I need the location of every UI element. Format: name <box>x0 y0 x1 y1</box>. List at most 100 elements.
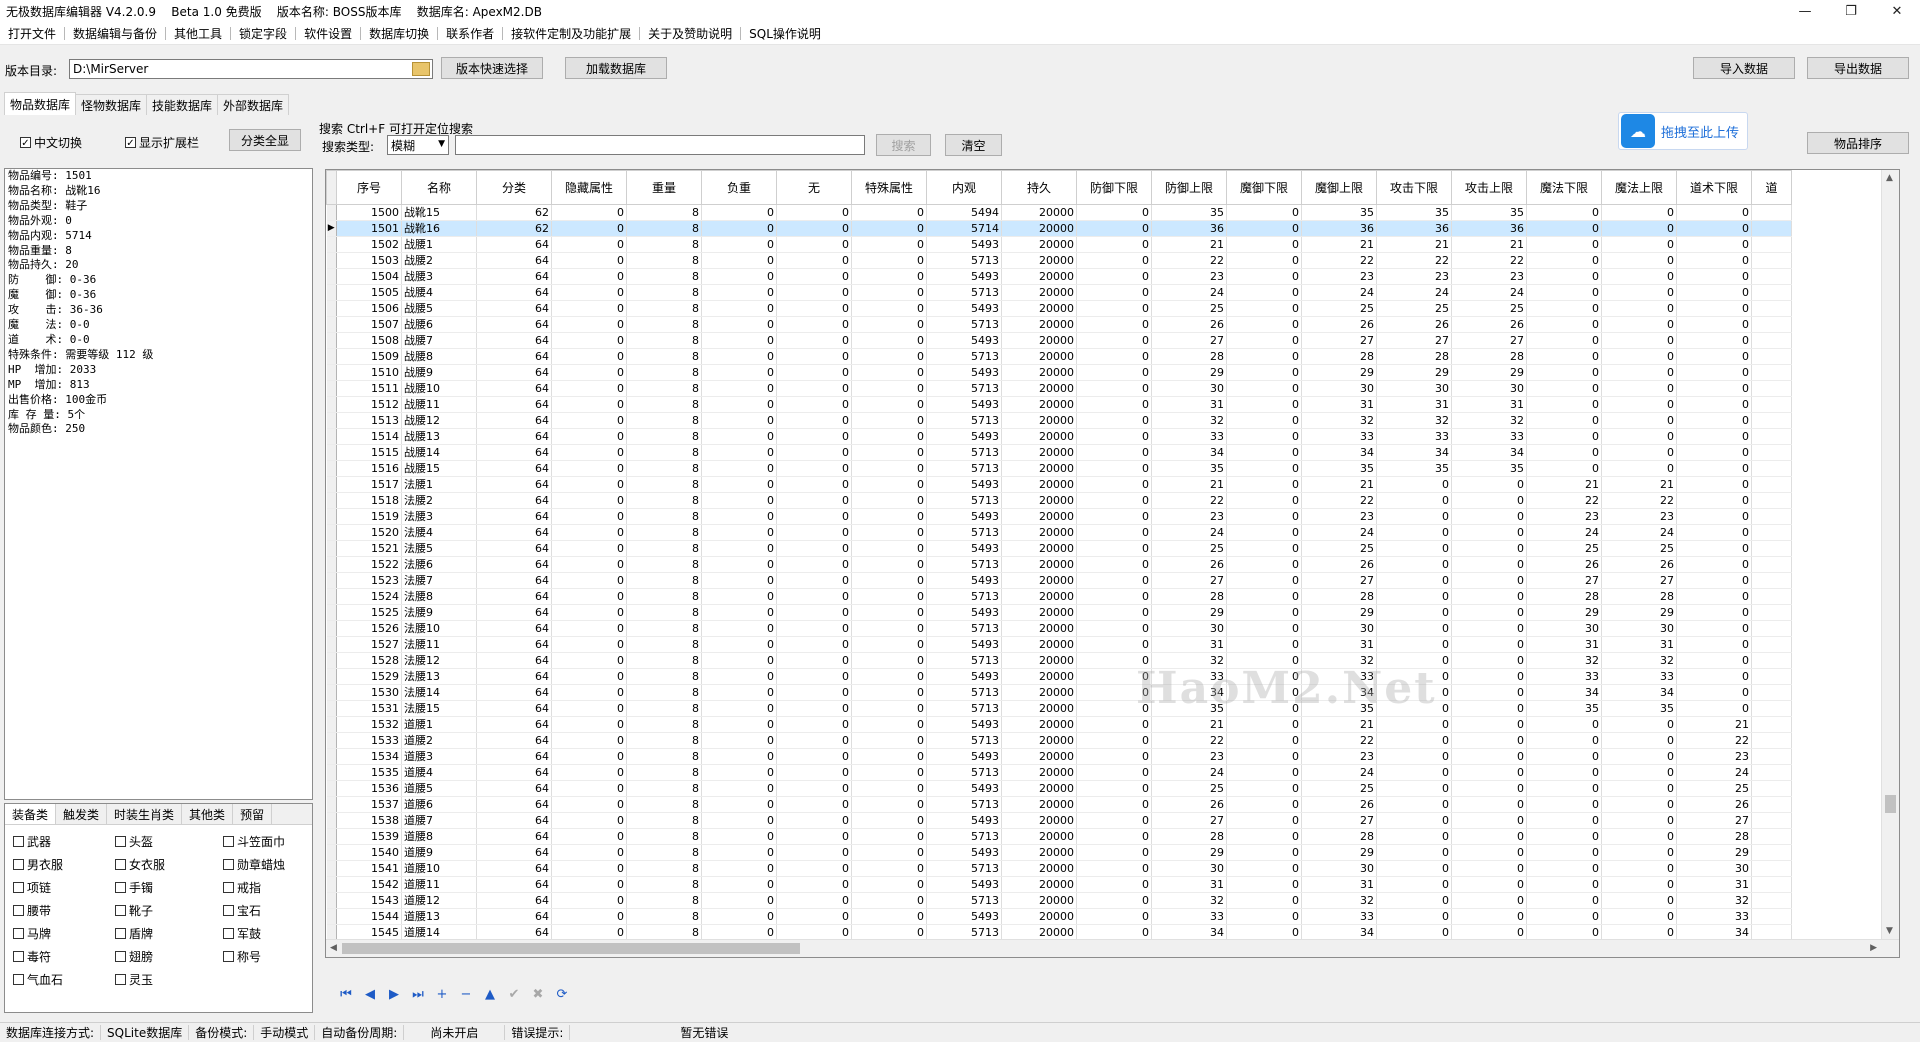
table-cell[interactable]: 8 <box>626 812 702 829</box>
table-cell[interactable]: 0 <box>776 236 852 253</box>
table-cell[interactable]: 0 <box>851 812 927 829</box>
row-indicator[interactable] <box>326 300 337 317</box>
table-cell[interactable]: 0 <box>551 908 627 925</box>
table-cell[interactable]: 32 <box>1151 412 1227 429</box>
table-cell[interactable]: 20000 <box>1001 428 1077 445</box>
table-cell[interactable]: 20000 <box>1001 828 1077 845</box>
show-ext-checkbox[interactable]: ✓ 显示扩展栏 <box>125 134 199 151</box>
table-row[interactable]: 1543 道腰12 64 0 8 0 0 0 5713 20000 0 32 0 32 0 0 0 0 32 <box>326 892 1792 909</box>
table-cell[interactable]: 25 <box>1601 540 1677 557</box>
table-cell[interactable]: 0 <box>1601 460 1677 477</box>
table-cell[interactable]: 8 <box>626 572 702 589</box>
table-cell[interactable]: 0 <box>701 556 777 573</box>
table-cell[interactable]: 0 <box>551 828 627 845</box>
table-cell[interactable]: 0 <box>1676 364 1752 381</box>
table-cell[interactable]: 8 <box>626 460 702 477</box>
table-cell[interactable]: 0 <box>1676 396 1752 413</box>
delete-record-icon[interactable]: − <box>457 985 475 1003</box>
table-cell[interactable]: 32 <box>1451 412 1527 429</box>
column-header[interactable]: 魔法上限 <box>1601 170 1677 205</box>
table-cell[interactable]: 5713 <box>926 620 1002 637</box>
table-cell[interactable]: 27 <box>1526 572 1602 589</box>
table-cell[interactable]: 0 <box>1376 556 1452 573</box>
dir-input[interactable]: D:\MirServer <box>69 59 433 79</box>
table-cell[interactable]: 0 <box>551 444 627 461</box>
table-cell[interactable]: 0 <box>1676 460 1752 477</box>
table-row[interactable]: ▶ 1501 战靴16 62 0 8 0 0 0 5714 20000 0 36 0 36 36 36 0 0 0 <box>326 220 1792 237</box>
table-cell[interactable]: 64 <box>476 492 552 509</box>
table-cell[interactable]: 23 <box>1376 268 1452 285</box>
table-cell[interactable]: 0 <box>851 332 927 349</box>
table-cell[interactable]: 8 <box>626 732 702 749</box>
table-row[interactable]: 1511 战腰10 64 0 8 0 0 0 5713 20000 0 30 0 30 30 30 0 0 0 <box>326 380 1792 397</box>
table-cell[interactable]: 0 <box>1601 396 1677 413</box>
table-cell[interactable]: 27 <box>1151 332 1227 349</box>
table-cell[interactable]: 8 <box>626 412 702 429</box>
column-header[interactable]: 序号 <box>336 170 402 205</box>
table-cell[interactable]: 1535 <box>336 764 402 781</box>
table-cell[interactable]: 0 <box>701 300 777 317</box>
table-cell[interactable]: 0 <box>776 508 852 525</box>
table-cell[interactable]: 0 <box>1376 604 1452 621</box>
table-cell[interactable]: 0 <box>701 364 777 381</box>
table-cell[interactable]: 8 <box>626 236 702 253</box>
table-cell[interactable]: 0 <box>1076 380 1152 397</box>
category-checkbox[interactable]: 宝石 <box>223 902 261 919</box>
table-cell[interactable]: 0 <box>776 540 852 557</box>
table-cell[interactable]: 0 <box>551 700 627 717</box>
table-cell[interactable]: 法腰5 <box>401 540 477 557</box>
table-cell[interactable]: 0 <box>851 780 927 797</box>
table-cell[interactable]: 29 <box>1376 364 1452 381</box>
row-indicator[interactable] <box>326 620 337 637</box>
table-cell[interactable]: 25 <box>1376 300 1452 317</box>
table-cell[interactable]: 道腰5 <box>401 780 477 797</box>
row-indicator[interactable] <box>326 700 337 717</box>
table-cell[interactable]: 0 <box>1376 588 1452 605</box>
table-cell[interactable]: 0 <box>1226 220 1302 237</box>
table-cell[interactable]: 0 <box>1451 716 1527 733</box>
table-cell[interactable]: 0 <box>851 732 927 749</box>
table-cell[interactable]: 31 <box>1301 636 1377 653</box>
table-cell[interactable]: 0 <box>1526 860 1602 877</box>
table-cell[interactable]: 0 <box>1076 444 1152 461</box>
table-cell[interactable]: 35 <box>1451 460 1527 477</box>
table-cell[interactable]: 道腰4 <box>401 764 477 781</box>
column-header[interactable]: 内观 <box>926 170 1002 205</box>
table-cell[interactable]: 8 <box>626 364 702 381</box>
row-indicator[interactable] <box>326 588 337 605</box>
table-cell[interactable]: 0 <box>551 268 627 285</box>
table-cell[interactable]: 0 <box>776 748 852 765</box>
table-cell[interactable]: 0 <box>1601 348 1677 365</box>
table-row[interactable]: 1542 道腰11 64 0 8 0 0 0 5493 20000 0 31 0 31 0 0 0 0 31 <box>326 876 1792 893</box>
table-cell[interactable]: 0 <box>851 428 927 445</box>
column-header[interactable]: 持久 <box>1001 170 1077 205</box>
table-cell[interactable]: 20000 <box>1001 364 1077 381</box>
table-cell[interactable]: 20000 <box>1001 412 1077 429</box>
table-cell[interactable]: 5493 <box>926 300 1002 317</box>
table-cell[interactable]: 0 <box>851 476 927 493</box>
column-header[interactable]: 无 <box>776 170 852 205</box>
table-row[interactable]: 1533 道腰2 64 0 8 0 0 0 5713 20000 0 22 0 22 0 0 0 0 22 <box>326 732 1792 749</box>
table-cell[interactable]: 21 <box>1301 236 1377 253</box>
table-cell[interactable]: 0 <box>1226 604 1302 621</box>
table-cell[interactable]: 0 <box>1226 892 1302 909</box>
table-cell[interactable]: 36 <box>1151 220 1227 237</box>
table-row[interactable]: 1507 战腰6 64 0 8 0 0 0 5713 20000 0 26 0 26 26 26 0 0 0 <box>326 316 1792 333</box>
last-record-icon[interactable]: ⏭ <box>409 985 427 1003</box>
table-cell[interactable]: 25 <box>1301 780 1377 797</box>
table-cell[interactable]: 0 <box>1526 828 1602 845</box>
category-checkbox[interactable]: 马牌 <box>13 925 51 942</box>
table-cell[interactable]: 0 <box>1076 236 1152 253</box>
table-cell[interactable]: 1508 <box>336 332 402 349</box>
table-cell[interactable]: 0 <box>1076 828 1152 845</box>
table-cell[interactable]: 0 <box>551 668 627 685</box>
table-cell[interactable]: 1513 <box>336 412 402 429</box>
column-header[interactable]: 特殊属性 <box>851 170 927 205</box>
table-cell[interactable]: 34 <box>1526 684 1602 701</box>
table-cell[interactable]: 35 <box>1376 204 1452 221</box>
table-cell[interactable]: 0 <box>551 796 627 813</box>
row-indicator[interactable] <box>326 732 337 749</box>
table-cell[interactable]: 8 <box>626 844 702 861</box>
table-cell[interactable]: 0 <box>701 604 777 621</box>
table-cell[interactable]: 战靴15 <box>401 204 477 221</box>
